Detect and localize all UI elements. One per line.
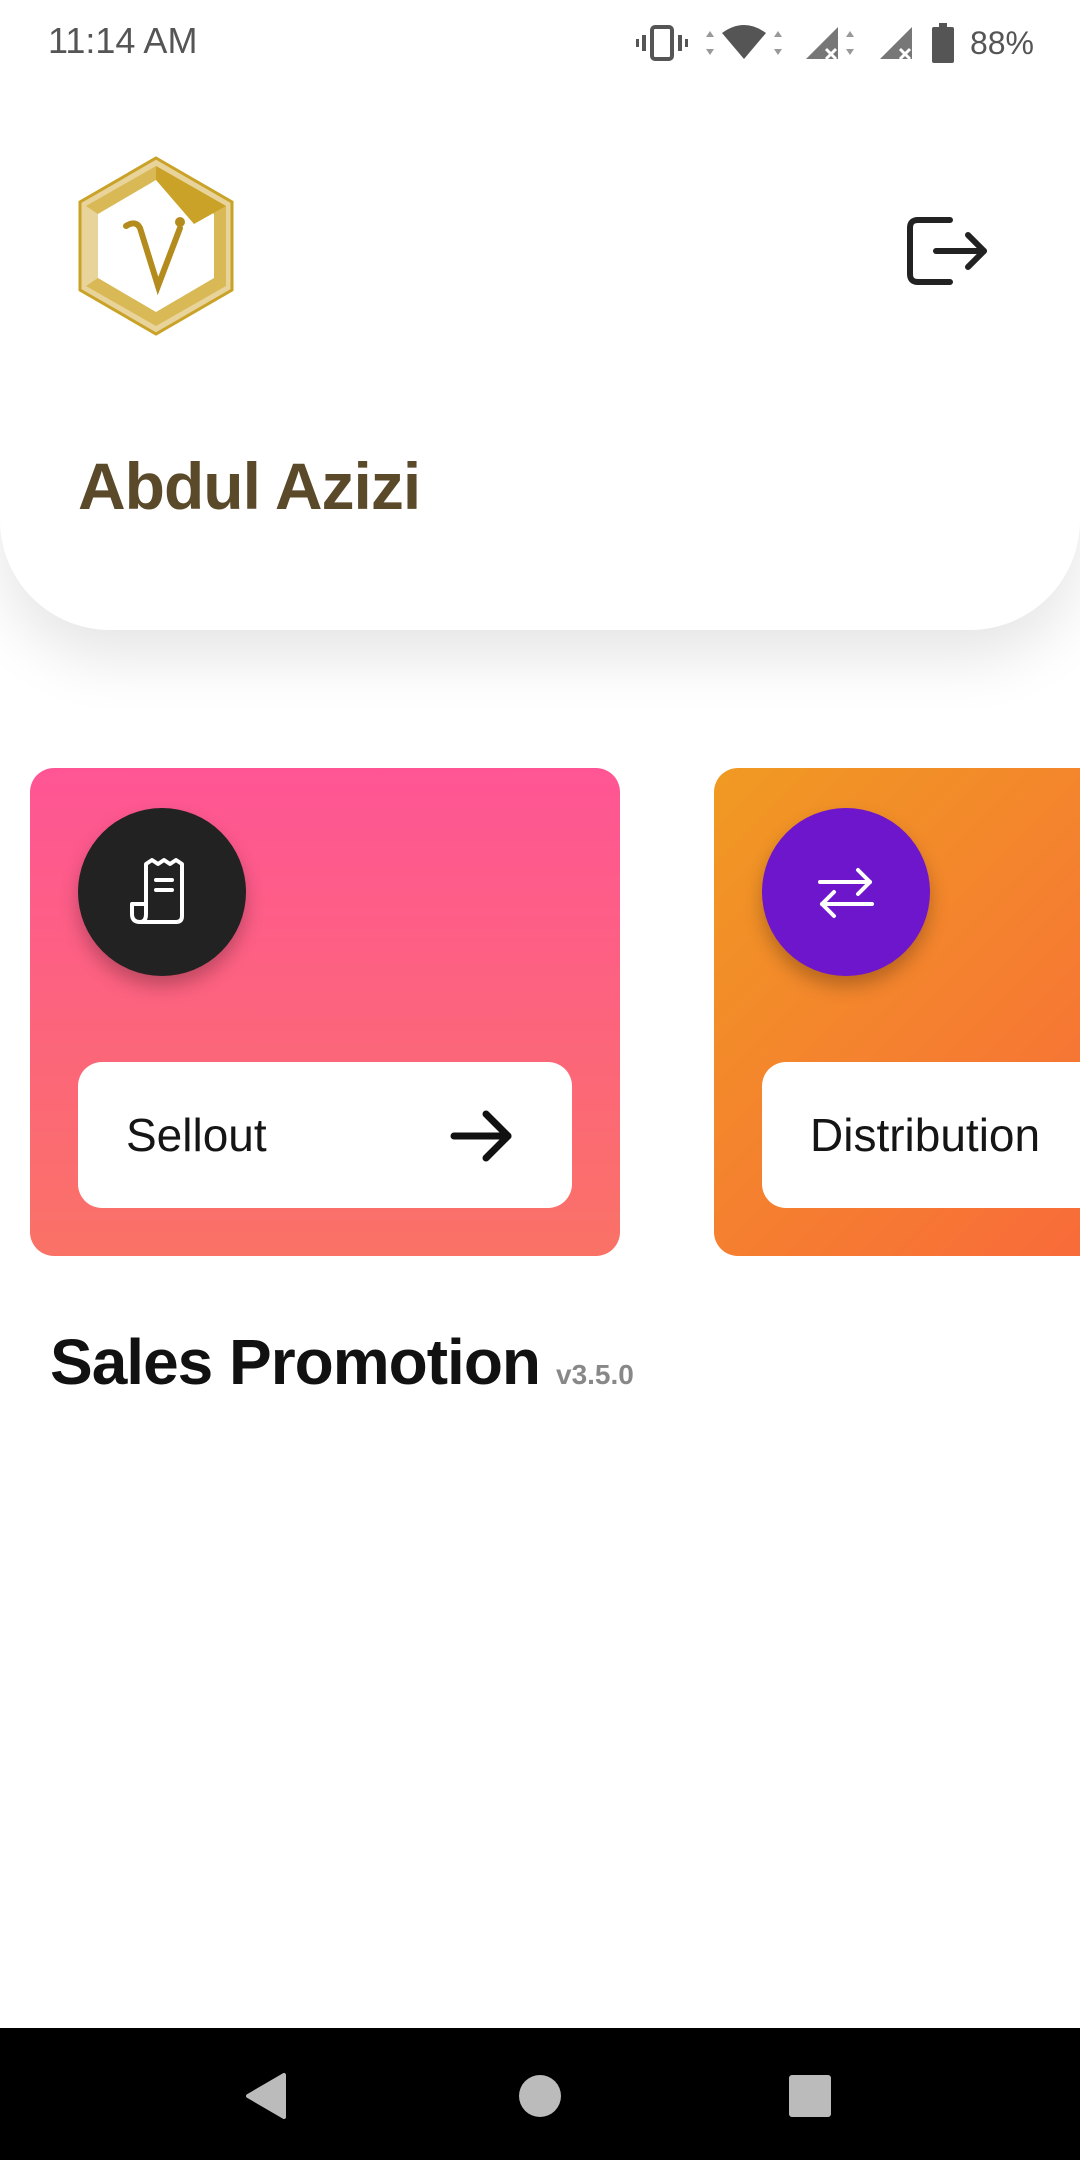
nav-recent-button[interactable] bbox=[780, 2066, 840, 2126]
sellout-card[interactable]: Sellout bbox=[30, 768, 620, 1256]
recent-apps-icon bbox=[789, 2075, 831, 2117]
battery-percent: 88% bbox=[969, 24, 1034, 61]
status-bar: 11:14 AM 88% bbox=[0, 0, 1080, 84]
header-card: 11:14 AM 88% Abdul Azizi bbox=[0, 0, 1080, 630]
distribution-pill[interactable]: Distribution bbox=[762, 1062, 1080, 1208]
navigation-bar bbox=[0, 2028, 1080, 2160]
sellout-icon-circle bbox=[78, 808, 246, 976]
sellout-label: Sellout bbox=[126, 1109, 267, 1161]
distribution-label: Distribution bbox=[810, 1109, 1041, 1161]
wifi-icon bbox=[705, 25, 782, 59]
user-name: Abdul Azizi bbox=[78, 449, 421, 523]
distribution-icon-circle bbox=[762, 808, 930, 976]
status-icons: 88% bbox=[635, 20, 1034, 66]
battery-icon bbox=[931, 23, 954, 63]
app-title-row: Sales Promotion v3.5.0 bbox=[50, 1325, 634, 1399]
signal-2-icon bbox=[879, 27, 912, 61]
app-title: Sales Promotion bbox=[50, 1326, 541, 1398]
app-version: v3.5.0 bbox=[556, 1359, 634, 1390]
logout-button[interactable] bbox=[906, 212, 990, 290]
back-triangle-icon bbox=[246, 2073, 286, 2119]
logout-icon bbox=[907, 217, 987, 285]
status-time: 11:14 AM bbox=[48, 20, 198, 61]
receipt-icon bbox=[130, 858, 184, 924]
signal-icon bbox=[805, 27, 854, 61]
company-logo bbox=[78, 156, 234, 336]
home-circle-icon bbox=[519, 2075, 561, 2117]
arrow-right-icon bbox=[450, 1110, 512, 1162]
vibrate-icon bbox=[635, 25, 688, 61]
home-screen: 11:14 AM 88% Abdul Azizi Sellout Distrib… bbox=[0, 0, 1080, 2160]
swap-arrows-icon bbox=[818, 868, 874, 918]
nav-back-button[interactable] bbox=[236, 2066, 296, 2126]
distribution-card[interactable]: Distribution bbox=[714, 768, 1080, 1256]
nav-home-button[interactable] bbox=[510, 2066, 570, 2126]
sellout-pill[interactable]: Sellout bbox=[78, 1062, 572, 1208]
